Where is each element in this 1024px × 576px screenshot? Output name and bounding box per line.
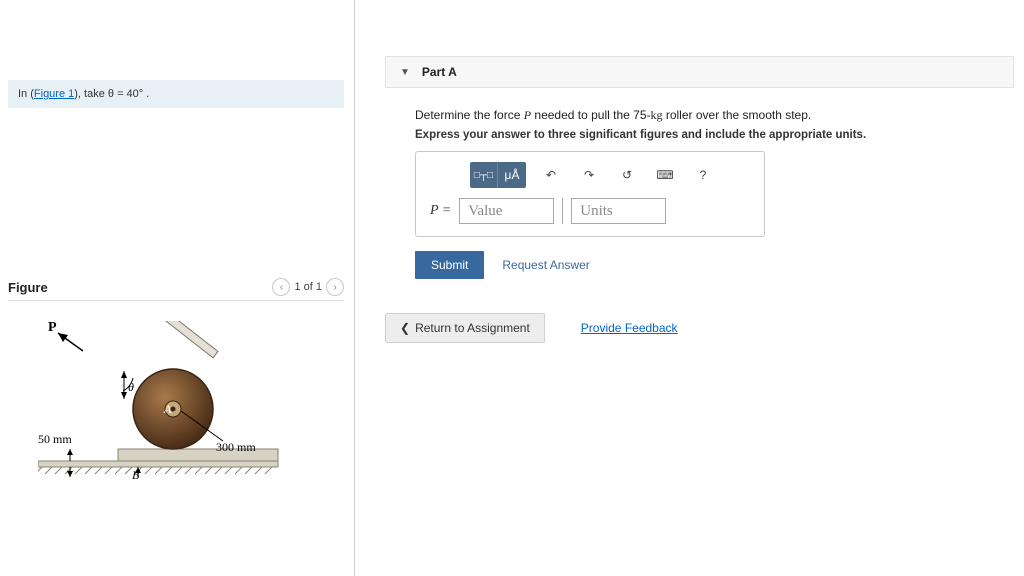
problem-prefix: In ( [18, 88, 34, 100]
chevron-left-icon: ❮ [400, 321, 410, 335]
help-button[interactable]: ? [688, 162, 718, 188]
part-a-header[interactable]: ▼ Part A [385, 56, 1014, 88]
request-answer-link[interactable]: Request Answer [502, 258, 589, 272]
label-step-height: 50 mm [38, 432, 72, 446]
pager-text: 1 of 1 [294, 281, 322, 293]
submit-button[interactable]: Submit [415, 251, 484, 279]
answer-box: □┬□ μÅ ↶ ↷ ↺ ⌨ ? P = Value Units [415, 151, 765, 237]
pager-prev-button[interactable]: ‹ [272, 278, 290, 296]
label-P: P [48, 321, 57, 335]
figure-pager: ‹ 1 of 1 › [272, 278, 344, 296]
provide-feedback-link[interactable]: Provide Feedback [581, 321, 678, 335]
part-a-title: Part A [422, 65, 457, 79]
answer-toolbar: □┬□ μÅ ↶ ↷ ↺ ⌨ ? [470, 162, 750, 188]
figure-diagram: P θ A B 50 mm 300 mm [38, 321, 298, 481]
undo-button[interactable]: ↶ [536, 162, 566, 188]
label-radius: 300 mm [216, 440, 256, 454]
reset-button[interactable]: ↺ [612, 162, 642, 188]
input-separator [562, 198, 563, 224]
question-text: Determine the force P needed to pull the… [415, 108, 1014, 123]
units-button[interactable]: μÅ [498, 162, 526, 188]
templates-button[interactable]: □┬□ [470, 162, 498, 188]
collapse-caret-icon: ▼ [400, 67, 410, 78]
pager-next-button[interactable]: › [326, 278, 344, 296]
figure-link[interactable]: Figure 1 [34, 88, 74, 100]
equation-label: P = [430, 203, 451, 219]
return-to-assignment-button[interactable]: ❮ Return to Assignment [385, 313, 545, 343]
return-label: Return to Assignment [415, 321, 530, 335]
redo-button[interactable]: ↷ [574, 162, 604, 188]
problem-statement: In (Figure 1), take θ = 40° . [8, 80, 344, 108]
figure-title: Figure [8, 280, 48, 295]
keyboard-button[interactable]: ⌨ [650, 162, 680, 188]
label-B: B [132, 468, 140, 481]
problem-suffix: ), take θ = 40° . [74, 88, 149, 100]
label-A: A [163, 402, 172, 416]
label-theta: θ [128, 380, 134, 394]
units-input[interactable]: Units [571, 198, 666, 224]
instruction-text: Express your answer to three significant… [415, 129, 1014, 141]
value-input[interactable]: Value [459, 198, 554, 224]
